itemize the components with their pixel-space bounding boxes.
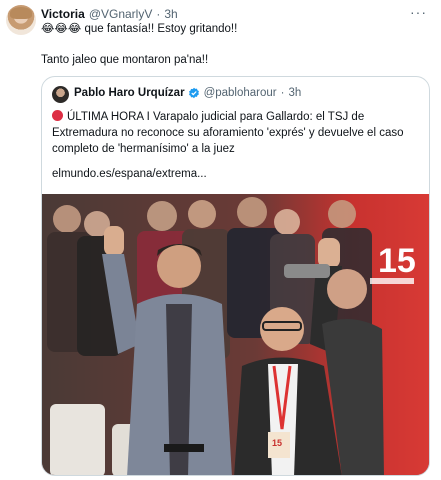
lanyard-badge-text: 15	[272, 438, 282, 448]
quoted-author-name[interactable]: Pablo Haro Urquízar	[74, 87, 185, 99]
author-name[interactable]: Victoria	[41, 7, 85, 21]
quoted-text-line-3: completo de 'hermanísimo' a la juez	[52, 143, 235, 155]
quoted-link[interactable]: elmundo.es/espana/extrema...	[52, 166, 207, 182]
author-handle[interactable]: @VGnarlyV	[89, 7, 153, 21]
more-horizontal-icon[interactable]: ···	[410, 4, 427, 20]
quoted-author-handle[interactable]: @pabloharour	[204, 87, 277, 99]
backdrop-logo: 15	[378, 242, 416, 280]
quoted-tweet[interactable]: Pablo Haro Urquízar @pabloharour · 3h ÚL…	[41, 76, 430, 476]
separator-dot: ·	[280, 87, 285, 99]
quoted-photo[interactable]: 15 15	[42, 194, 429, 475]
tweet[interactable]: Victoria @VGnarlyV · 3h ··· 😂😂😂 que fant…	[0, 0, 441, 480]
quoted-text-line-1: ÚLTIMA HORA I Varapalo judicial para Gal…	[52, 109, 364, 125]
tweet-text-line-2: Tanto jaleo que montaron pa'na!!	[41, 54, 209, 66]
tweet-text: que fantasía!! Estoy gritando!!	[81, 23, 238, 35]
photo-illustration: 15 15	[42, 194, 429, 475]
tweet-text-line-1: 😂😂😂 que fantasía!! Estoy gritando!!	[41, 22, 237, 37]
red-circle-icon	[52, 110, 63, 121]
quoted-tweet-time[interactable]: 3h	[288, 87, 301, 99]
tweet-time[interactable]: 3h	[164, 7, 177, 21]
tweet-header: Victoria @VGnarlyV · 3h	[41, 6, 178, 22]
separator-dot: ·	[156, 7, 161, 21]
quoted-tweet-header: Pablo Haro Urquízar @pabloharour · 3h	[74, 87, 301, 99]
quoted-author-avatar[interactable]	[52, 86, 69, 103]
verified-badge-icon	[188, 87, 199, 99]
quoted-text-line-2: Extremadura no reconoce su aforamiento '…	[52, 127, 404, 139]
quoted-text: ÚLTIMA HORA I Varapalo judicial para Gal…	[67, 111, 365, 123]
laughing-emoji: 😂😂😂	[41, 23, 82, 35]
author-avatar[interactable]	[6, 5, 36, 35]
